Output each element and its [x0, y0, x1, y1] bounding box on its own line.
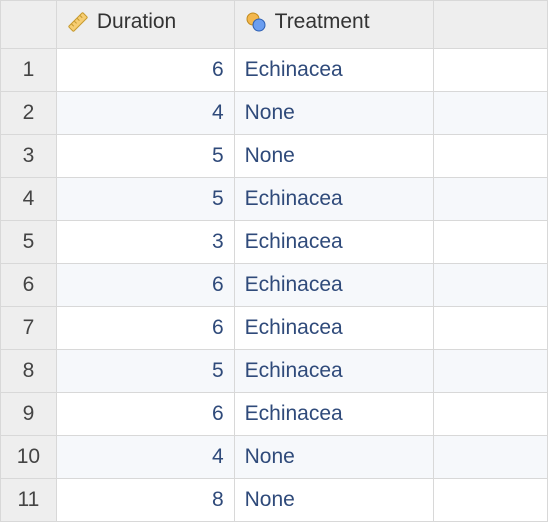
cell-spare[interactable] — [434, 436, 548, 479]
column-header-treatment[interactable]: Treatment — [234, 1, 434, 49]
cell-treatment[interactable]: Echinacea — [234, 221, 434, 264]
cell-spare[interactable] — [434, 307, 548, 350]
cell-duration[interactable]: 6 — [56, 393, 234, 436]
row-header[interactable]: 8 — [1, 350, 57, 393]
cell-duration[interactable]: 5 — [56, 350, 234, 393]
cell-spare[interactable] — [434, 264, 548, 307]
ruler-icon — [67, 11, 89, 33]
table-row: 5 3 Echinacea — [1, 221, 548, 264]
row-header[interactable]: 5 — [1, 221, 57, 264]
header-row: Duration Treatment — [1, 1, 548, 49]
cell-duration[interactable]: 8 — [56, 479, 234, 522]
cell-duration[interactable]: 6 — [56, 49, 234, 92]
row-header[interactable]: 10 — [1, 436, 57, 479]
cell-duration[interactable]: 6 — [56, 307, 234, 350]
cell-treatment[interactable]: Echinacea — [234, 393, 434, 436]
cell-duration[interactable]: 5 — [56, 178, 234, 221]
cell-treatment[interactable]: Echinacea — [234, 307, 434, 350]
row-header[interactable]: 3 — [1, 135, 57, 178]
row-header[interactable]: 2 — [1, 92, 57, 135]
row-header[interactable]: 7 — [1, 307, 57, 350]
column-header-spare[interactable] — [434, 1, 548, 49]
cell-spare[interactable] — [434, 135, 548, 178]
cell-spare[interactable] — [434, 221, 548, 264]
table-row: 9 6 Echinacea — [1, 393, 548, 436]
table-row: 8 5 Echinacea — [1, 350, 548, 393]
table-row: 7 6 Echinacea — [1, 307, 548, 350]
cell-spare[interactable] — [434, 178, 548, 221]
table-row: 3 5 None — [1, 135, 548, 178]
cell-duration[interactable]: 3 — [56, 221, 234, 264]
table-row: 10 4 None — [1, 436, 548, 479]
cell-treatment[interactable]: Echinacea — [234, 49, 434, 92]
cell-treatment[interactable]: None — [234, 479, 434, 522]
cell-spare[interactable] — [434, 92, 548, 135]
data-table: Duration Treatment 1 6 Echinacea 2 4 Non — [0, 0, 548, 522]
cell-spare[interactable] — [434, 393, 548, 436]
cell-duration[interactable]: 4 — [56, 436, 234, 479]
cell-duration[interactable]: 5 — [56, 135, 234, 178]
table-row: 4 5 Echinacea — [1, 178, 548, 221]
table-row: 6 6 Echinacea — [1, 264, 548, 307]
cell-duration[interactable]: 6 — [56, 264, 234, 307]
corner-cell[interactable] — [1, 1, 57, 49]
circles-icon — [245, 11, 267, 33]
cell-spare[interactable] — [434, 49, 548, 92]
table-row: 1 6 Echinacea — [1, 49, 548, 92]
cell-treatment[interactable]: Echinacea — [234, 350, 434, 393]
table-row: 2 4 None — [1, 92, 548, 135]
column-header-duration[interactable]: Duration — [56, 1, 234, 49]
row-header[interactable]: 9 — [1, 393, 57, 436]
cell-treatment[interactable]: None — [234, 92, 434, 135]
cell-spare[interactable] — [434, 479, 548, 522]
cell-duration[interactable]: 4 — [56, 92, 234, 135]
cell-spare[interactable] — [434, 350, 548, 393]
column-header-treatment-label: Treatment — [275, 10, 370, 34]
row-header[interactable]: 11 — [1, 479, 57, 522]
row-header[interactable]: 6 — [1, 264, 57, 307]
row-header[interactable]: 1 — [1, 49, 57, 92]
row-header[interactable]: 4 — [1, 178, 57, 221]
cell-treatment[interactable]: None — [234, 135, 434, 178]
column-header-duration-label: Duration — [97, 10, 176, 34]
table-row: 11 8 None — [1, 479, 548, 522]
cell-treatment[interactable]: Echinacea — [234, 178, 434, 221]
cell-treatment[interactable]: None — [234, 436, 434, 479]
cell-treatment[interactable]: Echinacea — [234, 264, 434, 307]
